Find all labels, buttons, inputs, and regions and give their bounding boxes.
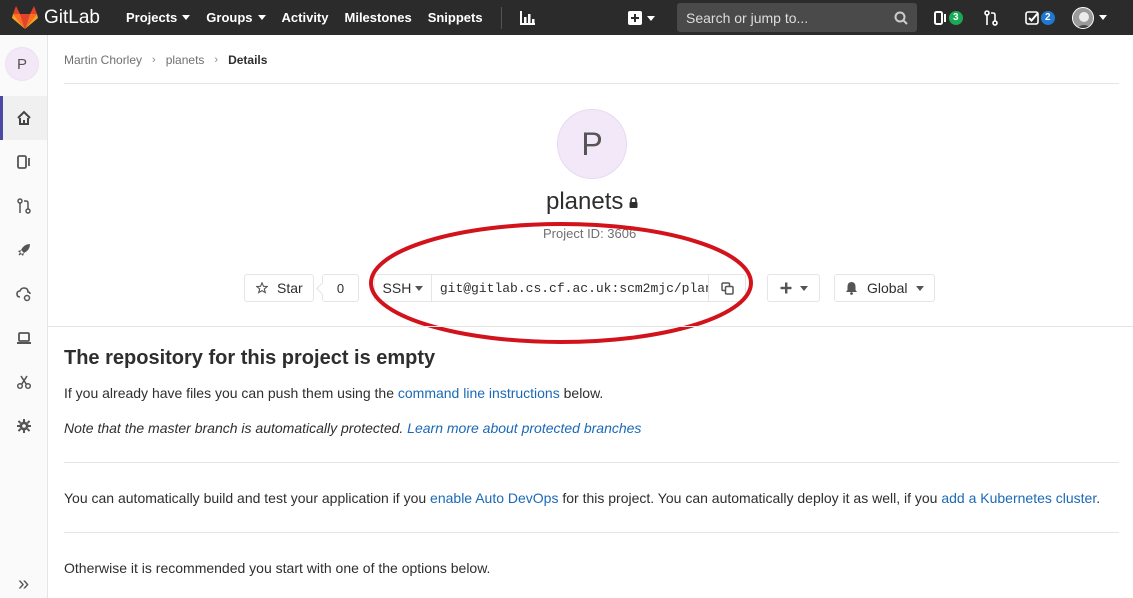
chevron-right-icon: › xyxy=(152,54,156,66)
push-instructions-text: If you already have files you can push t… xyxy=(64,385,603,401)
search-input[interactable] xyxy=(686,9,876,26)
chevron-down-icon xyxy=(916,285,925,291)
nav-activity[interactable]: Activity xyxy=(274,0,337,35)
auto-devops-text: You can automatically build and test you… xyxy=(64,490,1100,506)
user-menu[interactable] xyxy=(1072,0,1107,35)
sidebar-item-merge-requests[interactable] xyxy=(0,184,47,228)
add-kubernetes-cluster-link[interactable]: add a Kubernetes cluster xyxy=(941,490,1096,506)
todos-count-badge: 2 xyxy=(1041,10,1055,25)
sidebar-item-ci-cd[interactable] xyxy=(0,228,47,272)
collapse-sidebar-button[interactable]: » xyxy=(0,570,47,598)
notification-dropdown[interactable]: Global xyxy=(834,274,935,302)
nav-issues[interactable]: 3 xyxy=(934,0,963,35)
nav-divider xyxy=(500,6,502,29)
merge-request-icon xyxy=(16,198,31,214)
project-avatar: P xyxy=(557,109,627,179)
options-text: Otherwise it is recommended you start wi… xyxy=(64,560,491,576)
lock-icon xyxy=(629,196,638,208)
divider xyxy=(64,532,1119,533)
issues-icon xyxy=(934,10,946,25)
p1-text-before: If you already have files you can push t… xyxy=(64,385,398,401)
bell-icon xyxy=(846,282,857,295)
search-icon xyxy=(894,11,908,25)
p3-text-before: You can automatically build and test you… xyxy=(64,490,431,506)
protected-branches-link[interactable]: Learn more about protected branches xyxy=(407,420,641,436)
sidebar-item-settings[interactable] xyxy=(0,404,47,448)
sidebar-item-snippets[interactable] xyxy=(0,360,47,404)
empty-repo-heading: The repository for this project is empty xyxy=(64,347,436,369)
plus-square-icon xyxy=(628,11,642,25)
nav-groups-label: Groups xyxy=(206,10,253,25)
sidebar-project-avatar[interactable]: P xyxy=(5,47,39,81)
gitlab-logo[interactable]: GitLab xyxy=(12,5,100,30)
command-line-instructions-link[interactable]: command line instructions xyxy=(398,385,560,401)
divider xyxy=(48,326,1133,327)
merge-request-icon xyxy=(984,9,998,26)
notification-label: Global xyxy=(867,280,908,296)
project-sidebar: P xyxy=(0,35,48,598)
breadcrumb-item-owner[interactable]: Martin Chorley xyxy=(64,53,142,67)
p1-text-after: below. xyxy=(559,385,604,401)
sidebar-item-environments[interactable] xyxy=(0,316,47,360)
breadcrumb-item-current[interactable]: Details xyxy=(228,53,267,67)
nav-analytics[interactable] xyxy=(514,0,542,35)
chevron-down-icon xyxy=(647,15,655,21)
annotation-ellipse xyxy=(369,222,753,344)
gear-icon xyxy=(16,419,31,433)
project-name: planets xyxy=(546,188,624,215)
breadcrumb: Martin Chorley › planets › Details xyxy=(64,53,267,67)
user-photo-icon xyxy=(1073,7,1093,28)
protected-branch-note: Note that the master branch is automatic… xyxy=(64,420,641,436)
issues-icon xyxy=(16,155,30,169)
nav-activity-label: Activity xyxy=(281,10,329,25)
p3-text-mid: for this project. You can automatically … xyxy=(558,490,942,506)
divider xyxy=(64,83,1119,84)
nav-milestones[interactable]: Milestones xyxy=(337,0,420,35)
nav-milestones-label: Milestones xyxy=(344,10,412,25)
nav-todos[interactable]: 2 xyxy=(1025,0,1055,35)
rocket-icon xyxy=(17,244,30,256)
star-count[interactable]: 0 xyxy=(322,274,359,302)
monitor-icon xyxy=(16,332,31,344)
sidebar-item-issues[interactable] xyxy=(0,140,47,184)
todo-check-icon xyxy=(1025,10,1039,25)
page-title: planets xyxy=(546,188,638,216)
add-dropdown-button[interactable] xyxy=(767,274,820,302)
sidebar-item-project[interactable] xyxy=(0,96,47,140)
chevron-right-icon: › xyxy=(214,54,219,66)
new-dropdown[interactable] xyxy=(628,7,655,29)
p3-text-after: . xyxy=(1096,490,1101,506)
brand-name: GitLab xyxy=(44,6,100,28)
scissors-icon xyxy=(16,375,31,390)
enable-auto-devops-link[interactable]: enable Auto DevOps xyxy=(430,490,558,506)
chevron-down-icon xyxy=(799,285,808,291)
chevron-down-icon xyxy=(1099,15,1107,20)
operations-icon xyxy=(15,287,31,302)
gitlab-tanuki-icon xyxy=(12,5,38,29)
search-box[interactable] xyxy=(677,3,917,32)
divider xyxy=(64,462,1119,463)
nav-merge-requests[interactable] xyxy=(984,0,998,35)
nav-projects[interactable]: Projects xyxy=(118,0,198,35)
nav-groups[interactable]: Groups xyxy=(198,0,273,35)
home-icon xyxy=(16,110,31,125)
star-icon xyxy=(256,282,268,294)
double-chevron-right-icon: » xyxy=(17,572,30,595)
issues-count-badge: 3 xyxy=(949,10,963,25)
sidebar-item-operations[interactable] xyxy=(0,272,47,316)
star-button[interactable]: Star xyxy=(244,274,314,302)
p2-text-before: Note that the master branch is automatic… xyxy=(64,420,408,436)
star-label: Star xyxy=(277,280,303,296)
nav-snippets-label: Snippets xyxy=(427,10,483,25)
chevron-down-icon xyxy=(182,15,191,20)
breadcrumb-item-project[interactable]: planets xyxy=(166,53,205,67)
top-navbar: GitLab Projects Groups Activity Mileston… xyxy=(0,0,1133,35)
nav-snippets[interactable]: Snippets xyxy=(420,0,491,35)
chart-icon xyxy=(519,10,535,25)
nav-projects-label: Projects xyxy=(125,10,178,25)
chevron-down-icon xyxy=(257,15,266,20)
user-avatar xyxy=(1072,6,1094,29)
plus-icon xyxy=(780,282,791,294)
